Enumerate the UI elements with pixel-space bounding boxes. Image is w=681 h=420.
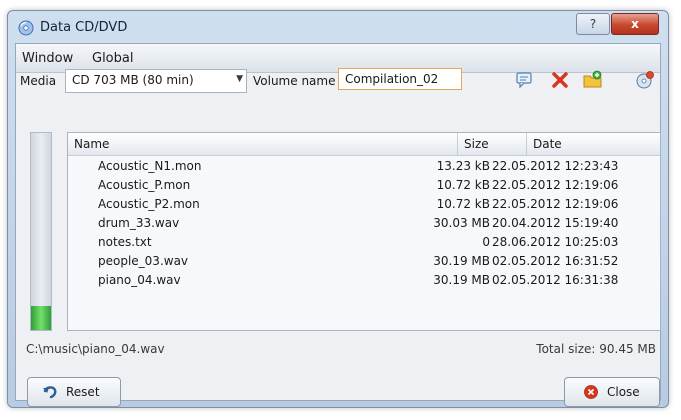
capacity-meter-fill <box>31 306 51 330</box>
table-row[interactable]: Acoustic_P2.mon 10.72 kB 22.05.2012 12:19:… <box>68 196 660 215</box>
file-name: drum_33.wav <box>98 216 180 230</box>
column-header-size[interactable]: Size <box>458 133 527 155</box>
table-row[interactable]: piano_04.wav 30.19 MB 02.05.2012 16:31:38 <box>68 272 660 291</box>
chevron-down-icon: ▼ <box>236 74 243 84</box>
menu-window[interactable]: Window <box>22 51 73 66</box>
total-size: Total size: 90.45 MB <box>536 342 656 356</box>
table-row[interactable]: people_03.wav 30.19 MB 02.05.2012 16:31:52 <box>68 253 660 272</box>
file-name: Acoustic_P2.mon <box>98 197 200 211</box>
column-header-date[interactable]: Date <box>527 133 660 155</box>
info-icon[interactable] <box>514 69 536 91</box>
table-row[interactable]: drum_33.wav 30.03 MB 20.04.2012 15:19:40 <box>68 215 660 234</box>
help-button[interactable]: ? <box>576 13 610 35</box>
menu-global[interactable]: Global <box>92 51 133 66</box>
file-name: piano_04.wav <box>98 273 181 287</box>
add-folder-icon[interactable] <box>582 69 604 91</box>
window-title: Data CD/DVD <box>40 20 128 35</box>
file-date: 28.06.2012 10:25:03 <box>492 235 619 249</box>
volume-name-label: Volume name <box>253 74 336 88</box>
reset-button-label: Reset <box>66 385 100 399</box>
file-name: people_03.wav <box>98 254 189 268</box>
close-circle-icon <box>584 385 598 399</box>
table-row[interactable]: Acoustic_N1.mon 13.23 kB 22.05.2012 12:23:… <box>68 158 660 177</box>
media-label: Media <box>20 74 57 88</box>
burn-icon[interactable] <box>634 69 656 91</box>
data-cd-dvd-window: Data CD/DVD ? x Window Global Media CD 7… <box>7 10 669 408</box>
reset-button[interactable]: Reset <box>27 377 121 407</box>
media-select-value: CD 703 MB (80 min) <box>72 73 194 87</box>
file-size: 10.72 kB <box>436 178 490 192</box>
disc-icon <box>18 20 34 36</box>
selected-file-path: C:\music\piano_04.wav <box>26 342 165 356</box>
file-date: 22.05.2012 12:23:43 <box>492 159 619 173</box>
file-date: 20.04.2012 15:19:40 <box>492 216 619 230</box>
title-bar[interactable]: Data CD/DVD ? x <box>8 11 668 43</box>
file-name: Acoustic_N1.mon <box>98 159 202 173</box>
file-size: 30.19 MB <box>433 273 490 287</box>
media-select[interactable]: CD 703 MB (80 min) ▼ <box>65 69 247 93</box>
file-date: 02.05.2012 16:31:38 <box>492 273 619 287</box>
close-button-label: Close <box>607 385 640 399</box>
volume-name-input[interactable] <box>338 68 462 90</box>
table-row[interactable]: Acoustic_P.mon 10.72 kB 22.05.2012 12:19:0… <box>68 177 660 196</box>
undo-icon <box>43 386 57 399</box>
file-name: notes.txt <box>98 235 152 249</box>
window-close-button[interactable]: x <box>611 13 659 35</box>
delete-icon[interactable] <box>549 69 571 91</box>
file-name: Acoustic_P.mon <box>98 178 191 192</box>
file-size: 30.19 MB <box>433 254 490 268</box>
file-date: 22.05.2012 12:19:06 <box>492 197 619 211</box>
file-size: 30.03 MB <box>433 216 490 230</box>
file-size: 10.72 kB <box>436 197 490 211</box>
file-size: 0 <box>482 235 490 249</box>
file-size: 13.23 kB <box>436 159 490 173</box>
file-list[interactable]: Name Size Date Acoustic_N1.mon 13.23 kB 22… <box>67 132 661 331</box>
column-header-name[interactable]: Name <box>68 133 458 155</box>
file-list-header: Name Size Date <box>68 133 660 156</box>
table-row[interactable]: notes.txt 0 28.06.2012 10:25:03 <box>68 234 660 253</box>
close-button[interactable]: Close <box>564 377 660 407</box>
file-date: 22.05.2012 12:19:06 <box>492 178 619 192</box>
file-date: 02.05.2012 16:31:52 <box>492 254 619 268</box>
capacity-meter <box>30 132 52 331</box>
